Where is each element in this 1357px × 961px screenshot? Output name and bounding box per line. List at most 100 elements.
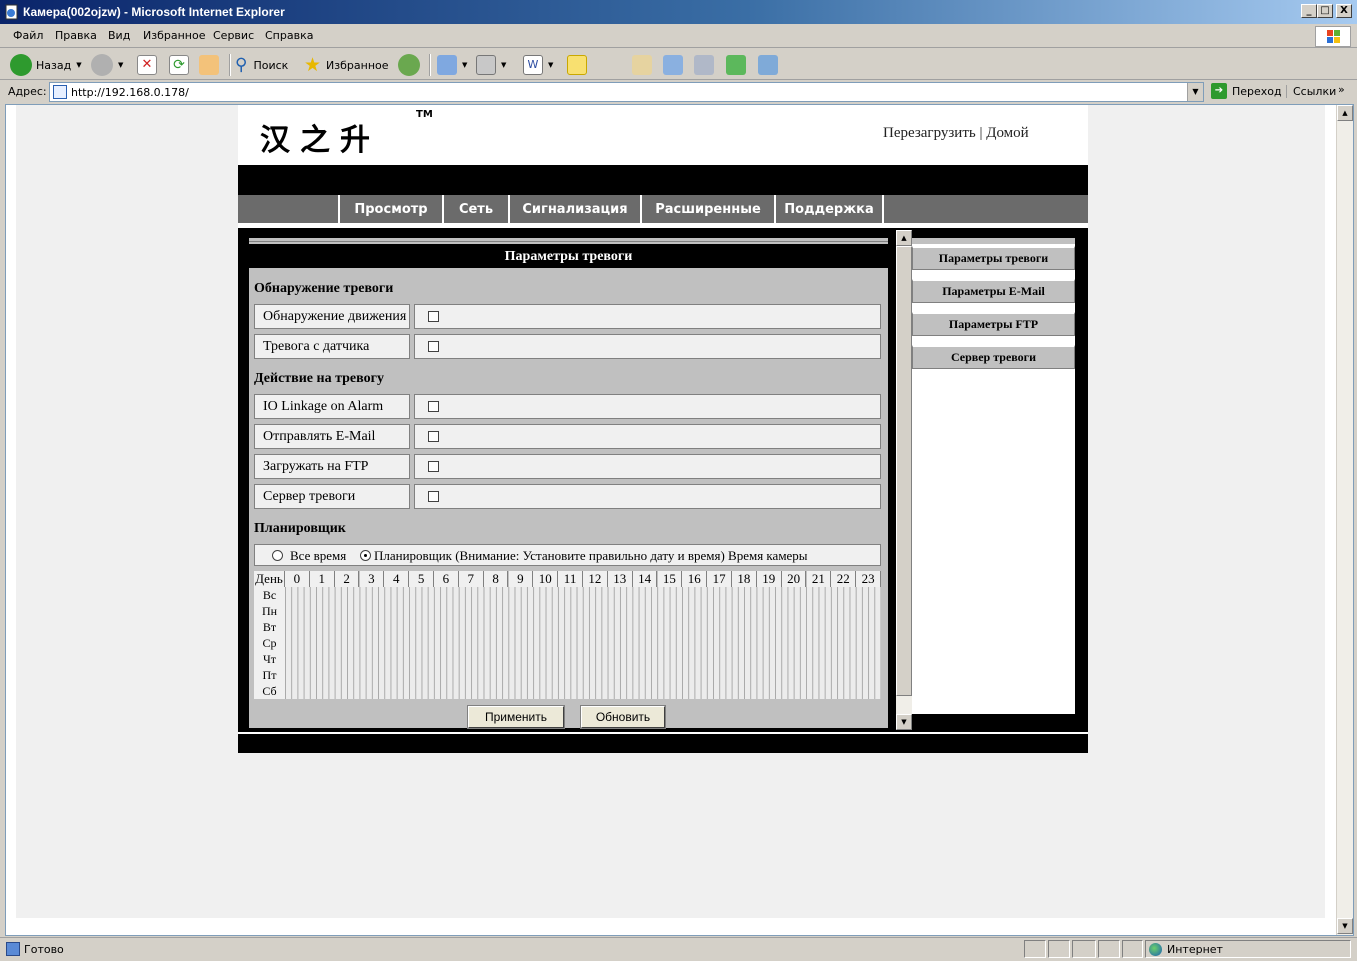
- tab-view[interactable]: Просмотр: [338, 195, 442, 225]
- alarm-server-checkbox[interactable]: [428, 491, 439, 502]
- day-schedule-cells[interactable]: [285, 635, 881, 651]
- io-linkage-checkbox[interactable]: [428, 401, 439, 412]
- day-schedule-cells[interactable]: [285, 683, 881, 699]
- back-button[interactable]: Назад ▼: [10, 52, 82, 78]
- side-item-ftp-params[interactable]: Параметры FTP: [912, 312, 1075, 336]
- scroll-up-icon[interactable]: ▲: [896, 230, 912, 246]
- menu-favorites[interactable]: Избранное: [143, 29, 205, 42]
- io-linkage-label: IO Linkage on Alarm: [254, 394, 410, 419]
- day-schedule-cells[interactable]: [285, 587, 881, 603]
- hour-header: 10: [533, 571, 559, 587]
- motion-detection-field: [414, 304, 881, 329]
- go-button[interactable]: ➔ Переход: [1211, 83, 1282, 99]
- apply-button[interactable]: Применить: [467, 705, 565, 729]
- upload-ftp-field: [414, 454, 881, 479]
- tab-support[interactable]: Поддержка: [774, 195, 884, 225]
- day-label: Сб: [254, 683, 285, 699]
- hour-header: 4: [384, 571, 410, 587]
- tool-button-2[interactable]: [663, 52, 683, 78]
- page-scrollbar[interactable]: ▲ ▼: [1336, 105, 1353, 935]
- chevron-right-icon[interactable]: »: [1338, 83, 1345, 96]
- tab-network[interactable]: Сеть: [442, 195, 508, 225]
- hour-header: 23: [856, 571, 881, 587]
- send-email-checkbox[interactable]: [428, 431, 439, 442]
- tool-button-3[interactable]: [694, 52, 714, 78]
- close-button[interactable]: X: [1336, 4, 1352, 18]
- scroll-down-icon[interactable]: ▼: [1337, 918, 1353, 934]
- day-schedule-cells[interactable]: [285, 667, 881, 683]
- sensor-alarm-checkbox[interactable]: [428, 341, 439, 352]
- menu-view[interactable]: Вид: [108, 29, 130, 42]
- print-button[interactable]: ▼: [476, 52, 506, 78]
- side-menu-top: [912, 238, 1075, 244]
- mail-button[interactable]: ▼: [437, 52, 467, 78]
- tool-button-5[interactable]: [758, 52, 778, 78]
- schedule-grid: День 0 1 2 3 4 5 6 7 8 9 10 11 12 13 14 15 16 17 18 19 20 21 2…: [254, 571, 881, 699]
- scrollbar-thumb[interactable]: [896, 246, 912, 696]
- refresh-button[interactable]: ⟳: [169, 52, 189, 78]
- menu-file[interactable]: Файл: [13, 29, 43, 42]
- upload-ftp-checkbox[interactable]: [428, 461, 439, 472]
- hour-header: 19: [756, 571, 782, 587]
- search-button[interactable]: ⚲ Поиск: [235, 52, 288, 78]
- maximize-button[interactable]: □: [1317, 4, 1333, 18]
- address-input[interactable]: http://192.168.0.178/ ▼: [49, 82, 1204, 102]
- content-frame: Параметры тревоги Обнаружение тревоги Об…: [238, 226, 1088, 732]
- side-item-email-params[interactable]: Параметры E-Mail: [912, 279, 1075, 303]
- history-icon: [398, 54, 420, 76]
- status-cell: [1048, 940, 1070, 958]
- footer-band: [238, 732, 1088, 753]
- side-item-alarm-server[interactable]: Сервер тревоги: [912, 345, 1075, 369]
- back-arrow-icon: [10, 54, 32, 76]
- send-email-field: [414, 424, 881, 449]
- minimize-button[interactable]: _: [1301, 4, 1317, 18]
- scheduler-mode: Все время Планировщик (Внимание: Установ…: [254, 544, 881, 566]
- header-band: [238, 165, 1088, 195]
- edit-pen-icon: [726, 55, 746, 75]
- radio-scheduler[interactable]: [360, 550, 371, 561]
- toolbar-separator: [229, 54, 231, 76]
- history-button[interactable]: [398, 52, 420, 78]
- zone-label: Интернет: [1167, 943, 1223, 956]
- separator: |: [979, 125, 983, 141]
- refresh-icon: ⟳: [169, 55, 189, 75]
- note-button[interactable]: [567, 52, 587, 78]
- download-icon: [663, 55, 683, 75]
- tab-alarm[interactable]: Сигнализация: [508, 195, 640, 225]
- alarm-server-label: Сервер тревоги: [254, 484, 410, 509]
- menu-help[interactable]: Справка: [265, 29, 313, 42]
- address-url[interactable]: http://192.168.0.178/: [71, 86, 189, 99]
- menu-tools[interactable]: Сервис: [213, 29, 254, 42]
- forward-arrow-icon: [91, 54, 113, 76]
- grid-day-header: День: [254, 571, 285, 587]
- hour-header: 1: [309, 571, 335, 587]
- scroll-up-icon[interactable]: ▲: [1337, 105, 1353, 121]
- tool-button-1[interactable]: [632, 52, 652, 78]
- radio-all-time[interactable]: [272, 550, 283, 561]
- day-schedule-cells[interactable]: [285, 603, 881, 619]
- day-schedule-cells[interactable]: [285, 651, 881, 667]
- chevron-down-icon[interactable]: ▼: [1187, 83, 1203, 101]
- stop-button[interactable]: ✕: [137, 52, 157, 78]
- side-item-alarm-params[interactable]: Параметры тревоги: [912, 246, 1075, 270]
- tab-advanced[interactable]: Расширенные: [640, 195, 774, 225]
- logo: 汉之升: [260, 123, 380, 158]
- menu-edit[interactable]: Правка: [55, 29, 97, 42]
- chevron-down-icon: ▼: [118, 61, 124, 69]
- home-link[interactable]: Домой: [986, 125, 1028, 141]
- reboot-link[interactable]: Перезагрузить: [883, 125, 976, 141]
- day-schedule-cells[interactable]: [285, 619, 881, 635]
- links-button[interactable]: Ссылки: [1286, 85, 1336, 98]
- scroll-down-icon[interactable]: ▼: [896, 714, 912, 730]
- home-button[interactable]: [199, 52, 219, 78]
- refresh-settings-button[interactable]: Обновить: [580, 705, 666, 729]
- tool-button-4[interactable]: [726, 52, 746, 78]
- hour-header: 0: [285, 571, 310, 587]
- favorites-button[interactable]: ★ Избранное: [304, 52, 389, 78]
- edit-button[interactable]: W ▼: [523, 52, 553, 78]
- hour-header: 15: [657, 571, 683, 587]
- panel-scrollbar[interactable]: ▲ ▼: [896, 230, 912, 730]
- motion-detection-checkbox[interactable]: [428, 311, 439, 322]
- forward-button[interactable]: ▼: [91, 52, 123, 78]
- sensor-alarm-label: Тревога с датчика: [254, 334, 410, 359]
